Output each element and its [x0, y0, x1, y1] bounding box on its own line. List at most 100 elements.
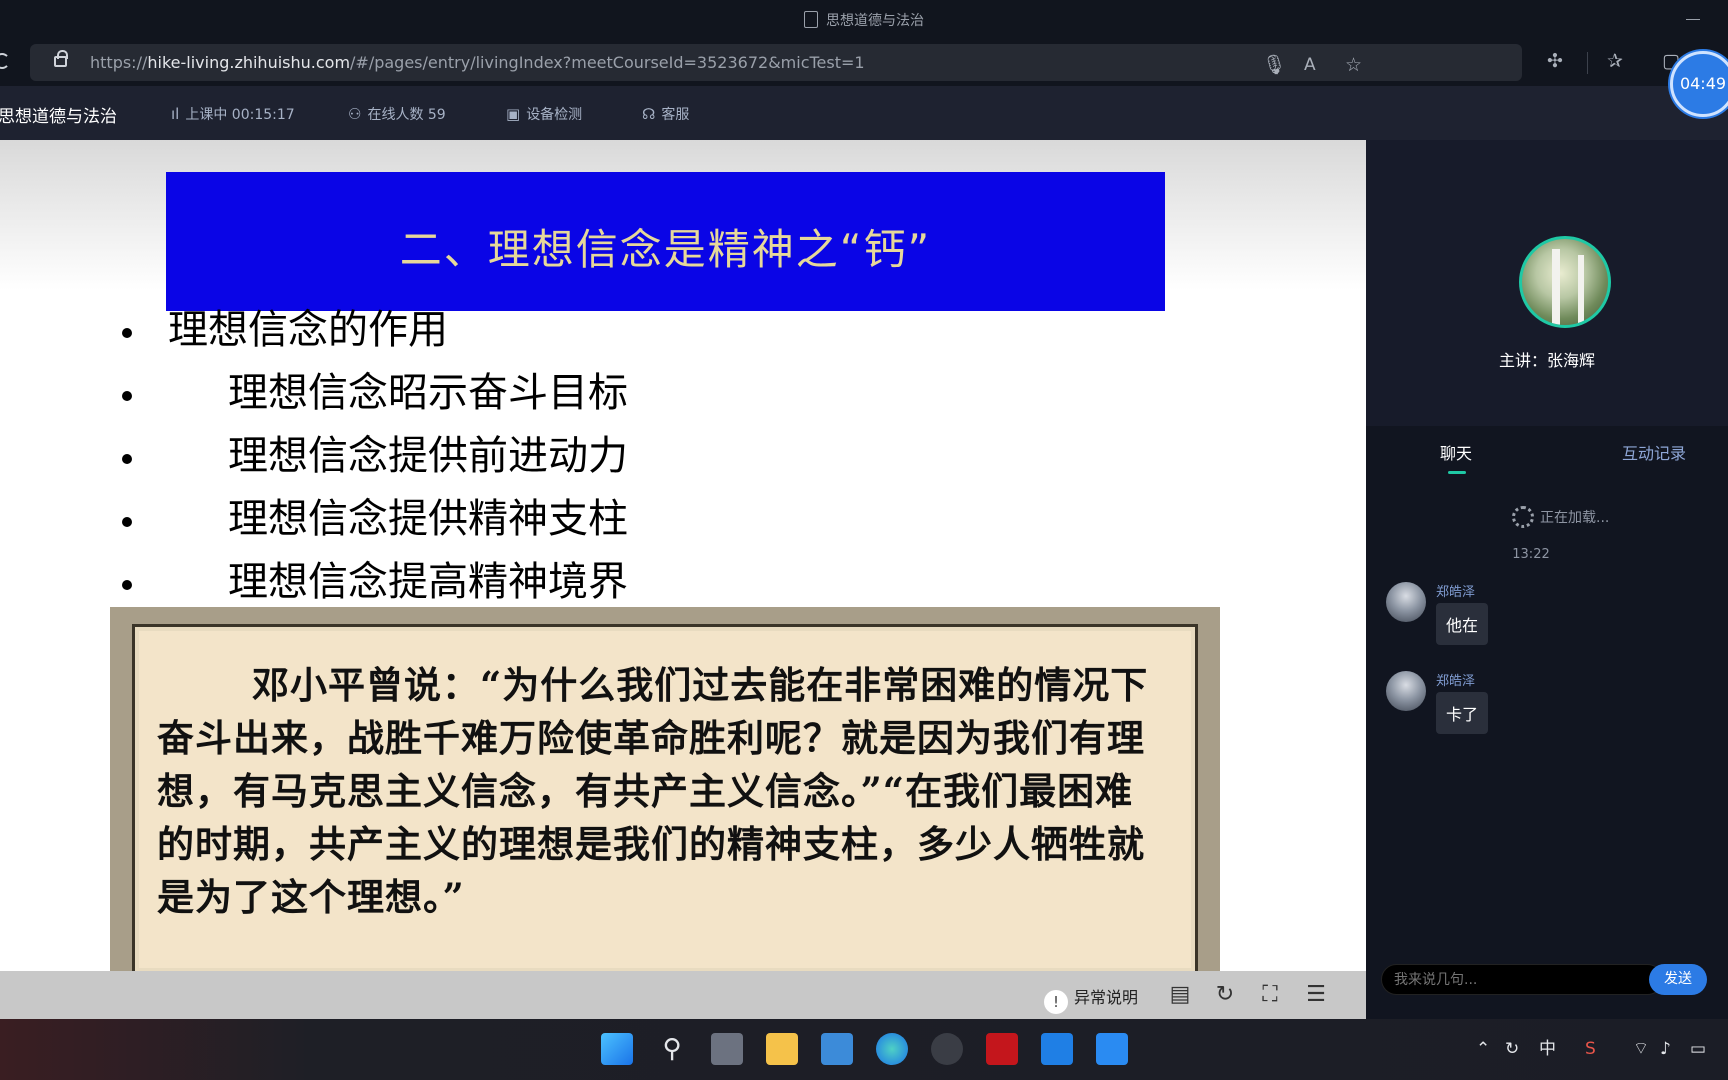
countdown-timer[interactable]: 04:49: [1670, 51, 1728, 117]
chat-input[interactable]: [1381, 964, 1663, 995]
signal-icon: ıl: [171, 105, 180, 123]
url-text[interactable]: https://hike-living.zhihuishu.com/#/page…: [90, 53, 865, 72]
store-icon[interactable]: [821, 1033, 853, 1065]
loading-indicator: 正在加载...: [1512, 506, 1609, 528]
slide-heading: 理想信念的作用: [122, 305, 448, 355]
slide-toolbar: ! 异常说明 ▤ ↻ ⛶ ☰: [0, 971, 1366, 1019]
user-avatar: [1386, 671, 1426, 711]
customer-service-button[interactable]: ☊ 客服: [642, 104, 689, 124]
slide-bullet: 理想信念提供前进动力: [122, 431, 628, 481]
mcafee-icon[interactable]: [986, 1033, 1018, 1065]
chat-timestamp: 13:22: [1512, 547, 1550, 562]
right-panel: 主讲：张海辉 聊天 互动记录 正在加载... 13:22 郑皓泽 他在 郑皓泽 …: [1366, 140, 1728, 1019]
teacher-name: 主讲：张海辉: [1498, 351, 1595, 370]
wifi-icon[interactable]: ⌔: [1633, 1039, 1649, 1059]
course-title: 思想道德与法治: [0, 107, 117, 127]
slide-title: 二、理想信念是精神之“钙”: [399, 225, 932, 274]
bullet-dot: [122, 580, 132, 590]
title-bar: 思想道德与法治: [0, 0, 1728, 40]
toolbar-separator: [1587, 52, 1588, 74]
exception-notice-label: 异常说明: [1074, 988, 1139, 1007]
bullet-dot: [122, 328, 132, 338]
sync-icon[interactable]: ↻: [1505, 1039, 1519, 1059]
ime-indicator[interactable]: 中: [1539, 1039, 1556, 1059]
avatar-tree: [1578, 255, 1584, 325]
extensions-icon[interactable]: ✣: [1547, 51, 1563, 71]
device-check-label: 设备检测: [526, 107, 583, 123]
monitor-icon: ▣: [506, 105, 521, 123]
slide-bullet: 理想信念昭示奋斗目标: [122, 368, 628, 418]
message-author: 郑皓泽: [1436, 674, 1476, 689]
url-domain: hike-living.zhihuishu.com: [147, 53, 351, 72]
bullet-dot: [122, 517, 132, 527]
slide-heading-text: 理想信念的作用: [168, 307, 448, 353]
device-check-button[interactable]: ▣ 设备检测: [506, 104, 582, 124]
minimize-button[interactable]: [1686, 19, 1700, 20]
headset-icon: ☊: [642, 105, 656, 123]
file-explorer-icon[interactable]: [766, 1033, 798, 1065]
start-icon[interactable]: [601, 1033, 633, 1065]
volume-icon[interactable]: ♪: [1660, 1039, 1671, 1059]
exception-notice-button[interactable]: ! 异常说明: [1044, 984, 1138, 1014]
dell-icon[interactable]: [931, 1033, 963, 1065]
message-bubble: 卡了: [1436, 692, 1489, 734]
bullet-dot: [122, 391, 132, 401]
slide-bullet-text: 理想信念提供精神支柱: [228, 496, 628, 542]
message-author: 郑皓泽: [1436, 585, 1476, 600]
customer-service-label: 客服: [661, 107, 690, 123]
url-box[interactable]: https://hike-living.zhihuishu.com/#/page…: [30, 44, 1522, 81]
sogou-icon[interactable]: S: [1585, 1039, 1596, 1059]
info-icon: !: [1044, 990, 1068, 1014]
taskbar: ⚲ ⌃ ↻ 中 S ⌔ ♪ ▭: [0, 1019, 1728, 1080]
quote-frame: 邓小平曾说：“为什么我们过去能在非常困难的情况下奋斗出来，战胜千难万险使革命胜利…: [110, 607, 1220, 971]
edge-icon[interactable]: [876, 1033, 908, 1065]
task-view-icon[interactable]: [711, 1033, 743, 1065]
avatar-tree: [1552, 249, 1560, 325]
online-count: ⚇ 在线人数 59: [348, 104, 446, 124]
battery-icon[interactable]: ▭: [1690, 1039, 1706, 1059]
spinner-icon: [1512, 506, 1534, 528]
message-bubble: 他在: [1436, 603, 1489, 645]
reload-icon[interactable]: ↻: [1212, 982, 1238, 1008]
tab-chat[interactable]: 聊天: [1440, 440, 1472, 464]
microphone-icon[interactable]: 🎙: [1262, 55, 1286, 75]
users-icon: ⚇: [348, 105, 362, 123]
url-prefix: https://: [90, 53, 148, 72]
app-icon[interactable]: [1096, 1033, 1128, 1065]
add-favorite-icon[interactable]: ☆: [1345, 55, 1362, 75]
class-status: ıl 上课中 00:15:17: [171, 104, 295, 124]
active-tab-indicator: [1448, 471, 1466, 474]
user-avatar: [1386, 582, 1426, 622]
slide-area: 二、理想信念是精神之“钙” 理想信念的作用 理想信念昭示奋斗目标 理想信念提供前…: [0, 140, 1366, 971]
tab-interaction-log[interactable]: 互动记录: [1622, 440, 1686, 464]
feishu-icon[interactable]: [1041, 1033, 1073, 1065]
slide-bullet-text: 理想信念提高精神境界: [228, 559, 628, 605]
loading-text: 正在加载...: [1540, 510, 1610, 526]
slide-bullet-text: 理想信念提供前进动力: [228, 433, 628, 479]
chevron-up-icon[interactable]: ⌃: [1476, 1039, 1490, 1059]
fullscreen-icon[interactable]: ⛶: [1257, 982, 1283, 1008]
favorites-icon[interactable]: ✰: [1607, 51, 1623, 71]
bullet-dot: [122, 454, 132, 464]
slide-bullet: 理想信念提高精神境界: [122, 557, 628, 607]
lock-icon[interactable]: [54, 50, 68, 67]
slide-bullet: 理想信念提供精神支柱: [122, 494, 628, 544]
app-header: 思想道德与法治 ıl 上课中 00:15:17 ⚇ 在线人数 59 ▣ 设备检测 ☊ 客…: [0, 86, 1728, 140]
slide-bullet-text: 理想信念昭示奋斗目标: [228, 370, 628, 416]
url-path: /#/pages/entry/livingIndex?meetCourseId=…: [350, 53, 865, 72]
address-bar: https://hike-living.zhihuishu.com/#/page…: [0, 40, 1728, 86]
clarity-icon[interactable]: ▤: [1167, 982, 1193, 1008]
online-count-text: 在线人数 59: [367, 107, 446, 123]
refresh-icon[interactable]: [0, 53, 10, 69]
quote-text: 邓小平曾说：“为什么我们过去能在非常困难的情况下奋斗出来，战胜千难万险使革命胜利…: [157, 663, 1149, 919]
quote-panel: 邓小平曾说：“为什么我们过去能在非常困难的情况下奋斗出来，战胜千难万险使革命胜利…: [132, 624, 1198, 971]
search-icon[interactable]: ⚲: [656, 1033, 688, 1065]
document-icon: [804, 11, 818, 28]
read-aloud-icon[interactable]: A: [1304, 55, 1316, 75]
window-title-group: 思想道德与法治: [0, 10, 1728, 30]
sidebar-toggle-icon[interactable]: ☰: [1303, 982, 1329, 1008]
slide-title-banner: 二、理想信念是精神之“钙”: [166, 172, 1165, 311]
send-button[interactable]: 发送: [1649, 964, 1707, 995]
window-title: 思想道德与法治: [826, 13, 924, 29]
class-status-text: 上课中 00:15:17: [185, 107, 295, 123]
